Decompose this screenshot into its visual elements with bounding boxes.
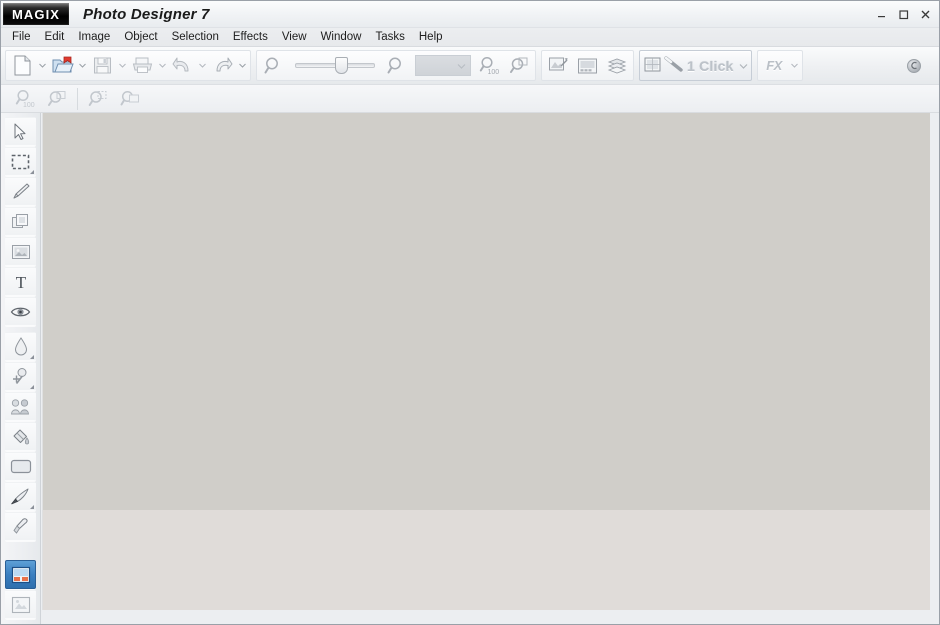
menu-item-image[interactable]: Image [71,30,117,44]
menu-item-object[interactable]: Object [117,30,164,44]
redo-button[interactable] [208,51,237,80]
zoom-selection-button[interactable] [82,86,114,111]
tool-palette: T [1,113,41,624]
minimize-button[interactable] [871,4,891,24]
new-button[interactable] [8,51,37,80]
tool-marquee-selection[interactable] [5,147,36,176]
zoom-toolbar: 100 [1,85,939,113]
fx-toolbar-group: FX [756,50,803,81]
tool-eyedropper[interactable] [5,512,36,541]
fx-dropdown-arrow[interactable] [789,52,800,79]
file-toolbar-group [5,50,251,81]
menu-item-help[interactable]: Help [412,30,450,44]
svg-text:100: 100 [488,69,500,76]
svg-text:100: 100 [23,102,35,109]
menu-item-view[interactable]: View [275,30,314,44]
tool-paint-bucket[interactable] [5,422,36,451]
maximize-button[interactable] [893,4,913,24]
view-toolbar-group [541,50,634,81]
zoom-slider-handle[interactable] [335,57,348,74]
tool-crop-image[interactable] [5,237,36,266]
tool-clone-stamp[interactable] [5,392,36,421]
zoom-100-button[interactable]: 100 [475,51,504,80]
zoom-level-combo[interactable] [415,55,471,76]
tool-media-pool-toggle[interactable] [5,560,36,589]
app-title: Photo Designer 7 [83,5,210,23]
print-button[interactable] [128,51,157,80]
title-bar: MAGIX Photo Designer 7 [1,1,939,28]
tool-clone-object[interactable] [5,207,36,236]
layers-button[interactable] [602,51,631,80]
tool-red-eye[interactable] [5,297,36,326]
zoom-in-button[interactable] [382,51,411,80]
fx-button[interactable]: FX [760,51,789,80]
help-circle-icon[interactable] [907,58,921,73]
application-window: MAGIX Photo Designer 7 File Edit Image O… [0,0,940,625]
one-click-button[interactable]: 1 Click [639,50,752,81]
menu-item-edit[interactable]: Edit [38,30,72,44]
zoom-actual-size-button[interactable]: 100 [9,86,41,111]
open-dropdown-arrow[interactable] [77,52,88,79]
magix-logo: MAGIX [3,3,69,25]
flyout-corner-indicator [30,355,34,359]
zoom-toolbar-group: 100 [256,50,536,81]
fx-label: FX [766,58,782,73]
flyout-corner-indicator [30,170,34,174]
tool-photo-browser-toggle[interactable] [5,590,36,619]
undo-button[interactable] [168,51,197,80]
photo-effects-button[interactable] [544,51,573,80]
save-button[interactable] [88,51,117,80]
tool-blur-droplet[interactable] [5,332,36,361]
image-thumbnail-icon [643,55,663,77]
zoom-fit-page-button[interactable] [41,86,73,111]
menu-item-window[interactable]: Window [314,30,369,44]
tool-brush[interactable] [5,482,36,511]
canvas-lower-region[interactable] [42,510,930,610]
save-dropdown-arrow[interactable] [117,52,128,79]
menu-item-effects[interactable]: Effects [226,30,275,44]
tool-text[interactable]: T [5,267,36,296]
close-button[interactable] [915,4,935,24]
menu-item-file[interactable]: File [5,30,38,44]
zoom-slider[interactable] [291,52,379,79]
zoom-object-button[interactable] [114,86,146,111]
tool-dodge-burn[interactable] [5,362,36,391]
one-click-dropdown-arrow[interactable] [739,60,748,72]
magic-wand-icon [663,55,685,77]
toolbar-separator [77,87,78,110]
svg-text:T: T [15,273,26,291]
open-button[interactable] [48,51,77,80]
window-controls [871,1,935,27]
print-layout-button[interactable] [573,51,602,80]
menu-item-selection[interactable]: Selection [165,30,226,44]
tool-select-arrow[interactable] [5,117,36,146]
undo-dropdown-arrow[interactable] [197,52,208,79]
redo-dropdown-arrow[interactable] [237,52,248,79]
new-dropdown-arrow[interactable] [37,52,48,79]
canvas-upper-region[interactable] [42,113,930,510]
menu-item-tasks[interactable]: Tasks [368,30,411,44]
document-canvas-area[interactable] [41,113,939,624]
print-dropdown-arrow[interactable] [157,52,168,79]
flyout-corner-indicator [30,385,34,389]
flyout-corner-indicator [30,505,34,509]
one-click-label: 1 Click [687,57,734,74]
zoom-out-button[interactable] [259,51,288,80]
tool-shape-rectangle[interactable] [5,452,36,481]
zoom-fit-button[interactable] [504,51,533,80]
tool-line[interactable] [5,177,36,206]
workspace-row: T [1,113,939,624]
main-toolbar: 100 1 Click FX [1,47,939,85]
menu-bar: File Edit Image Object Selection Effects… [1,28,939,47]
